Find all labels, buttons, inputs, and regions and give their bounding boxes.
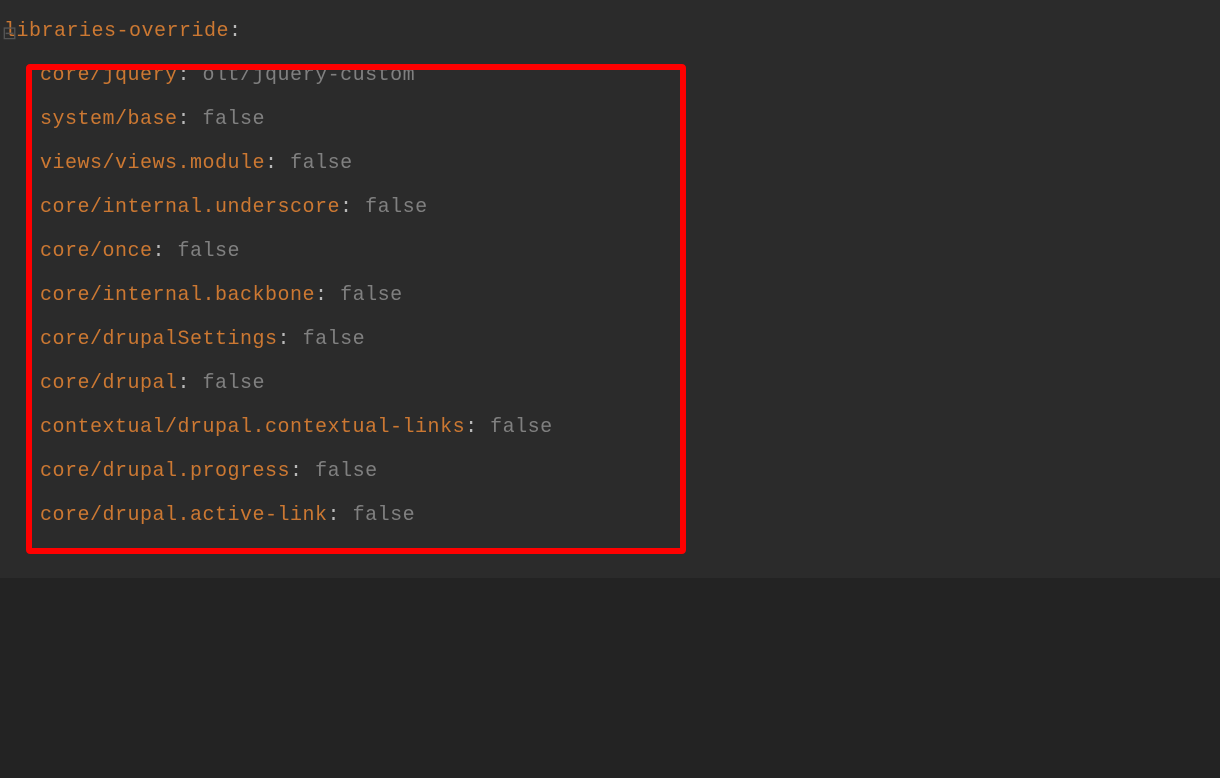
colon: : [328, 504, 353, 527]
code-line: core/internal.underscore: false [0, 186, 1220, 230]
colon: : [265, 152, 290, 175]
code-line: core/drupal.progress: false [0, 450, 1220, 494]
yaml-value: false [315, 460, 378, 483]
colon: : [315, 284, 340, 307]
yaml-key: libraries-override [4, 20, 229, 43]
yaml-key: core/drupal [40, 372, 178, 395]
code-line: core/internal.backbone: false [0, 274, 1220, 318]
yaml-key: core/drupal.active-link [40, 504, 328, 527]
yaml-key: contextual/drupal.contextual-links [40, 416, 465, 439]
colon: : [153, 240, 178, 263]
colon: : [178, 108, 203, 131]
colon: : [229, 20, 242, 43]
yaml-value: false [365, 196, 428, 219]
yaml-value: false [290, 152, 353, 175]
code-line: system/base: false [0, 98, 1220, 142]
colon: : [290, 460, 315, 483]
yaml-value: false [340, 284, 403, 307]
editor-empty-region [0, 578, 1220, 778]
code-line: contextual/drupal.contextual-links: fals… [0, 406, 1220, 450]
yaml-key: core/drupalSettings [40, 328, 278, 351]
fold-glyph[interactable]: ⊟ [2, 22, 17, 50]
yaml-key: core/internal.backbone [40, 284, 315, 307]
yaml-key: core/jquery [40, 64, 178, 87]
yaml-key: views/views.module [40, 152, 265, 175]
colon: : [178, 372, 203, 395]
code-line: core/drupal: false [0, 362, 1220, 406]
colon: : [178, 64, 203, 87]
code-line: core/jquery: olt/jquery-custom [0, 54, 1220, 98]
yaml-key: core/internal.underscore [40, 196, 340, 219]
yaml-key: core/drupal.progress [40, 460, 290, 483]
yaml-value: false [178, 240, 241, 263]
yaml-key: system/base [40, 108, 178, 131]
colon: : [278, 328, 303, 351]
yaml-value: false [203, 108, 266, 131]
yaml-value: false [203, 372, 266, 395]
code-line: core/drupalSettings: false [0, 318, 1220, 362]
colon: : [340, 196, 365, 219]
code-editor[interactable]: ⊟ libraries-override: core/jquery: olt/j… [0, 0, 1220, 778]
code-line: core/once: false [0, 230, 1220, 274]
yaml-key: core/once [40, 240, 153, 263]
yaml-value: false [490, 416, 553, 439]
code-area: ⊟ libraries-override: core/jquery: olt/j… [0, 10, 1220, 578]
yaml-value: false [303, 328, 366, 351]
code-line: core/drupal.active-link: false [0, 494, 1220, 538]
code-line: views/views.module: false [0, 142, 1220, 186]
yaml-value: olt/jquery-custom [203, 64, 416, 87]
yaml-value: false [353, 504, 416, 527]
colon: : [465, 416, 490, 439]
code-lines: core/jquery: olt/jquery-customsystem/bas… [0, 54, 1220, 538]
code-line-header: libraries-override: [0, 10, 1220, 54]
